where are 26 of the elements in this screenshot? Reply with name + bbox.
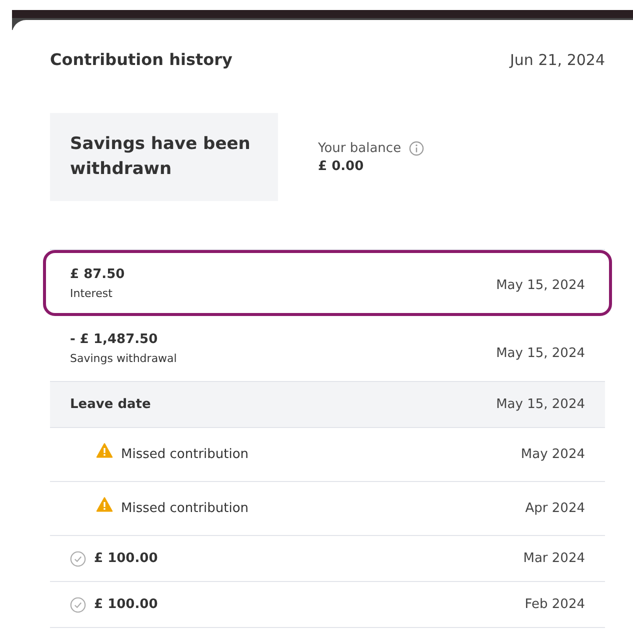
amount-text: £ 100.00 [94, 551, 158, 566]
date-text: May 15, 2024 [496, 278, 585, 293]
leave-label: Leave date [70, 397, 151, 412]
check-circle-icon [70, 550, 86, 566]
date-text: May 15, 2024 [496, 397, 585, 412]
status-message: Savings have been withdrawn [70, 133, 252, 181]
date-text: Mar 2024 [523, 551, 585, 566]
warning-icon [96, 497, 113, 512]
check-circle-icon [70, 596, 86, 612]
date-text: May 2024 [520, 447, 585, 462]
date-text: Jun 21, 2024 [510, 50, 605, 68]
balance-label: Your balance [318, 140, 402, 156]
page-title: Contribution history [50, 50, 232, 69]
date-text: Apr 2024 [525, 501, 585, 516]
date-text: Feb 2024 [524, 597, 585, 612]
amount-text: - £ 1,487.50 [70, 332, 159, 347]
amount-text: £ 87.50 [70, 266, 125, 282]
balance-amount: £ 0.00 [318, 158, 365, 174]
info-icon[interactable] [409, 140, 424, 156]
description-text: Savings withdrawal [70, 352, 177, 365]
missed-label: Missed contribution [121, 447, 249, 462]
missed-label: Missed contribution [121, 501, 249, 516]
date-text: May 15, 2024 [496, 346, 585, 361]
warning-icon [96, 443, 113, 458]
description-text: Interest [70, 286, 114, 300]
amount-text: £ 100.00 [94, 597, 158, 612]
